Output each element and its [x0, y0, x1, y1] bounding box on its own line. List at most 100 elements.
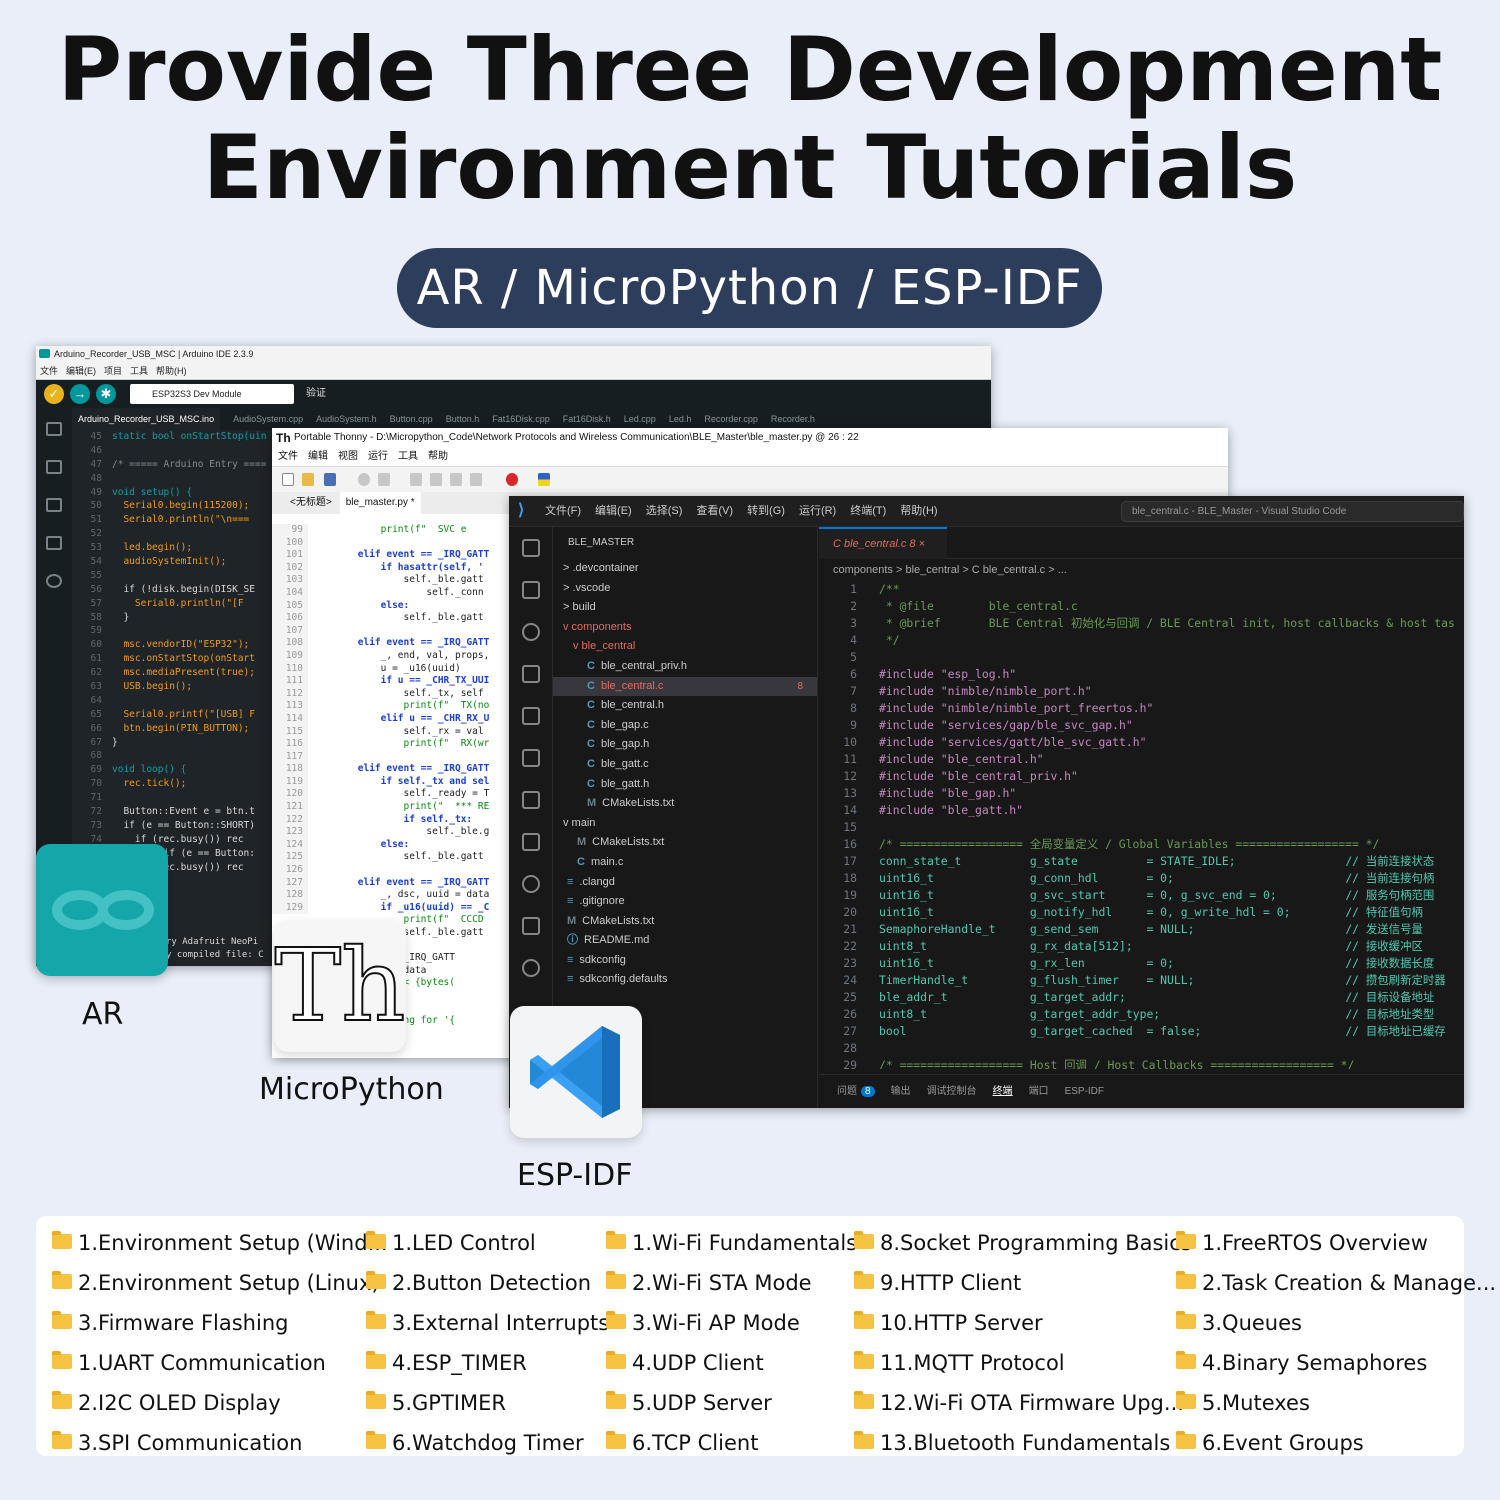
explorer-item[interactable]: M CMakeLists.txt — [553, 912, 817, 932]
tutorial-item[interactable]: 8.Socket Programming Basics — [854, 1228, 1192, 1268]
menu-item[interactable]: 文件 — [40, 366, 58, 376]
panel-tab[interactable]: 终端 — [993, 1086, 1013, 1097]
debug-icon[interactable] — [378, 473, 390, 486]
explorer-item[interactable]: ≡ .gitignore — [553, 892, 817, 912]
explorer-item[interactable]: Cmain.c — [553, 853, 817, 873]
menu-item[interactable]: 帮助(H) — [156, 366, 187, 376]
menu-item[interactable]: 工具 — [398, 451, 418, 462]
open-file-icon[interactable] — [302, 473, 314, 486]
testing-icon[interactable] — [522, 833, 540, 851]
tutorial-item[interactable]: 5.Mutexes — [1176, 1388, 1496, 1428]
search-icon[interactable] — [522, 623, 540, 641]
menu-item[interactable]: 终端(T) — [850, 505, 886, 517]
menu-item[interactable]: 文件 — [278, 451, 298, 462]
panel-tab[interactable]: 端口 — [1029, 1086, 1049, 1097]
tutorial-item[interactable]: 3.SPI Communication — [52, 1428, 388, 1468]
panel-tab[interactable]: 调试控制台 — [927, 1086, 977, 1097]
explorer-item[interactable]: > .devcontainer — [553, 559, 817, 579]
save-icon[interactable] — [324, 473, 336, 486]
explorer-item[interactable]: > build — [553, 598, 817, 618]
tutorial-item[interactable]: 3.Firmware Flashing — [52, 1308, 388, 1348]
tutorial-item[interactable]: 13.Bluetooth Fundamentals — [854, 1428, 1192, 1468]
file-tab[interactable]: Recorder.cpp — [704, 414, 758, 424]
tutorial-item[interactable]: 1.Wi-Fi Fundamentals — [606, 1228, 857, 1268]
vscode-code-editor[interactable]: 1/** 2 * @file ble_central.c 3 * @brief BL… — [819, 581, 1464, 1069]
menu-item[interactable]: 编辑 — [308, 451, 328, 462]
tutorial-item[interactable]: 3.Queues — [1176, 1308, 1496, 1348]
debug-icon[interactable]: ✱ — [96, 384, 116, 404]
tutorial-item[interactable]: 2.Environment Setup (Linux) — [52, 1268, 388, 1308]
file-tab[interactable]: ble_master.py * — [339, 492, 421, 514]
command-center-search[interactable]: ble_central.c - BLE_Master - Visual Stud… — [1121, 501, 1464, 522]
explorer-item[interactable]: Cble_central.c 8 — [553, 676, 817, 697]
file-tab[interactable]: Button.h — [446, 414, 480, 424]
tutorial-item[interactable]: 3.External Interrupts — [366, 1308, 609, 1348]
menu-item[interactable]: 帮助(H) — [900, 505, 937, 517]
file-tab[interactable]: AudioSystem.h — [316, 414, 377, 424]
tutorial-item[interactable]: 4.ESP_TIMER — [366, 1348, 609, 1388]
library-icon[interactable] — [46, 498, 62, 512]
explorer-item[interactable]: ⓘ README.md — [553, 931, 817, 951]
menu-item[interactable]: 工具 — [130, 366, 148, 376]
breadcrumb[interactable]: components > ble_central > C ble_central… — [833, 559, 1067, 581]
tutorial-item[interactable]: 5.GPTIMER — [366, 1388, 609, 1428]
tutorial-item[interactable]: 9.HTTP Client — [854, 1268, 1192, 1308]
menu-item[interactable]: 运行(R) — [799, 505, 836, 517]
files-icon[interactable] — [522, 581, 540, 599]
file-tab[interactable]: Button.cpp — [390, 414, 433, 424]
panel-tab[interactable]: ESP-IDF — [1065, 1086, 1104, 1097]
extensions-icon[interactable] — [522, 791, 540, 809]
explorer-item[interactable]: Cble_gatt.c — [553, 755, 817, 775]
tutorial-item[interactable]: 2.I2C OLED Display — [52, 1388, 388, 1428]
explorer-item[interactable]: Cble_central_priv.h — [553, 657, 817, 677]
tutorial-item[interactable]: 5.UDP Server — [606, 1388, 857, 1428]
tutorial-item[interactable]: 1.FreeRTOS Overview — [1176, 1228, 1496, 1268]
explorer-item[interactable]: Cble_central.h — [553, 696, 817, 716]
upload-icon[interactable]: → — [70, 384, 90, 404]
step-over-icon[interactable] — [410, 473, 422, 486]
panel-tab[interactable]: 问题 — [837, 1086, 857, 1097]
explorer-item[interactable]: ≡ sdkconfig — [553, 951, 817, 971]
explorer-icon[interactable] — [522, 539, 540, 557]
tutorial-item[interactable]: 6.Event Groups — [1176, 1428, 1496, 1468]
new-file-icon[interactable] — [282, 473, 294, 486]
menu-item[interactable]: 编辑(E) — [595, 505, 632, 517]
chip-icon[interactable] — [522, 875, 540, 893]
explorer-item[interactable]: M CMakeLists.txt — [553, 833, 817, 853]
tutorial-item[interactable]: 11.MQTT Protocol — [854, 1348, 1192, 1388]
file-tab[interactable]: AudioSystem.cpp — [233, 414, 303, 424]
panel-tab[interactable]: 输出 — [891, 1086, 911, 1097]
stop-icon[interactable] — [506, 473, 518, 486]
debug-sidebar-icon[interactable] — [46, 536, 62, 550]
file-tab[interactable]: Fat16Disk.h — [563, 414, 611, 424]
tutorial-item[interactable]: 6.TCP Client — [606, 1428, 857, 1468]
menu-item[interactable]: 文件(F) — [545, 505, 581, 517]
tutorial-item[interactable]: 2.Button Detection — [366, 1268, 609, 1308]
menu-item[interactable]: 运行 — [368, 451, 388, 462]
tutorial-item[interactable]: 4.UDP Client — [606, 1348, 857, 1388]
source-control-icon[interactable] — [522, 665, 540, 683]
tutorial-item[interactable]: 12.Wi-Fi OTA Firmware Upg... — [854, 1388, 1192, 1428]
verify-icon[interactable]: ✓ — [44, 384, 64, 404]
file-tab[interactable]: Arduino_Recorder_USB_MSC.ino — [72, 408, 221, 430]
explorer-item[interactable]: v ble_central — [553, 637, 817, 657]
file-tab[interactable]: Led.h — [669, 414, 692, 424]
explorer-item[interactable]: ≡ sdkconfig.defaults — [553, 970, 817, 990]
menu-item[interactable]: 视图 — [338, 451, 358, 462]
panel-tab[interactable]: 8 — [861, 1086, 875, 1097]
tutorial-item[interactable]: 4.Binary Semaphores — [1176, 1348, 1496, 1388]
espressif-icon[interactable] — [522, 959, 540, 977]
tutorial-item[interactable]: 3.Wi-Fi AP Mode — [606, 1308, 857, 1348]
explorer-item[interactable]: v main — [553, 814, 817, 834]
boards-icon[interactable] — [46, 460, 62, 474]
explorer-item[interactable]: > .vscode — [553, 579, 817, 599]
menu-item[interactable]: 选择(S) — [646, 505, 683, 517]
menu-item[interactable]: 项目 — [104, 366, 122, 376]
search-icon[interactable] — [46, 574, 62, 588]
menu-item[interactable]: 转到(G) — [747, 505, 785, 517]
tutorial-item[interactable]: 1.UART Communication — [52, 1348, 388, 1388]
tutorial-item[interactable]: 2.Wi-Fi STA Mode — [606, 1268, 857, 1308]
explorer-item[interactable]: Cble_gatt.h — [553, 775, 817, 795]
box-icon[interactable] — [522, 917, 540, 935]
file-tab[interactable]: Led.cpp — [624, 414, 656, 424]
